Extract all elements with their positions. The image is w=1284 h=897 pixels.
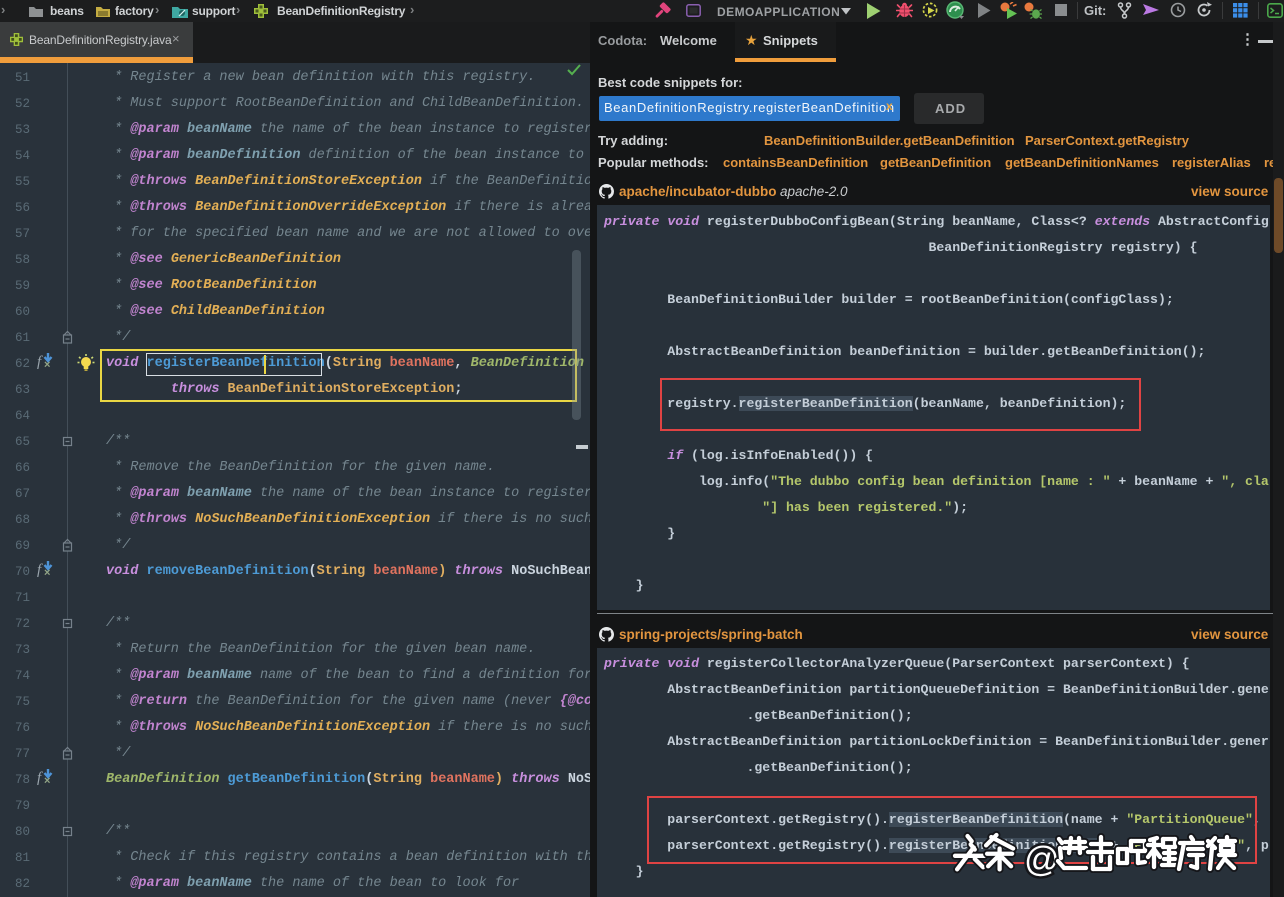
svg-text:@: @ — [1024, 840, 1060, 879]
